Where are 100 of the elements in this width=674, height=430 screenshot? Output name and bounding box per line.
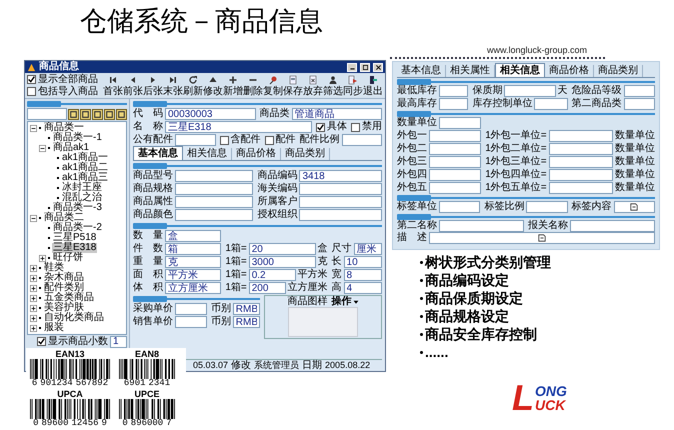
- input-field[interactable]: [429, 156, 482, 168]
- input-field[interactable]: 箱: [165, 243, 222, 255]
- minimize-button[interactable]: [347, 62, 357, 72]
- input-field[interactable]: [439, 201, 480, 213]
- input-field[interactable]: [175, 303, 207, 315]
- input-field[interactable]: [429, 169, 482, 181]
- input-field[interactable]: 4: [344, 282, 382, 294]
- input-field[interactable]: [429, 130, 482, 142]
- input-field[interactable]: 0.2: [248, 269, 296, 281]
- input-field[interactable]: 3418: [299, 170, 382, 182]
- input-field[interactable]: [429, 143, 482, 155]
- input-field[interactable]: [299, 183, 382, 195]
- input-field[interactable]: [175, 183, 254, 195]
- tree-item[interactable]: 冰封王座: [61, 183, 103, 193]
- tree-item[interactable]: 配件类别: [43, 283, 85, 293]
- toolbar-button[interactable]: 首张: [103, 74, 123, 98]
- input-field[interactable]: [439, 98, 468, 110]
- input-field[interactable]: [624, 85, 655, 97]
- input-field[interactable]: [439, 85, 468, 97]
- input-field[interactable]: [175, 170, 254, 182]
- toolbar-button[interactable]: 后张: [143, 74, 163, 98]
- input-field[interactable]: [175, 134, 216, 146]
- input-field[interactable]: [439, 117, 482, 129]
- input-field[interactable]: [570, 220, 655, 232]
- toolbar-button[interactable]: 新增: [223, 74, 243, 98]
- toolbar-button[interactable]: 修改: [203, 74, 223, 98]
- tree-item[interactable]: 商品类二: [43, 213, 85, 223]
- toolbar-button[interactable]: 退出: [363, 74, 383, 98]
- input-field[interactable]: [548, 130, 613, 142]
- tree-tool-button[interactable]: [80, 108, 91, 120]
- tree-item[interactable]: 自动化类商品: [43, 313, 105, 323]
- tab[interactable]: 商品价格: [232, 148, 281, 160]
- tree-item[interactable]: 混乱之治: [61, 193, 103, 203]
- tab[interactable]: 商品类别: [594, 65, 643, 77]
- search-field[interactable]: [27, 108, 67, 120]
- toolbar-button[interactable]: 筛选: [323, 74, 343, 98]
- checkbox[interactable]: 显示商品小数: [37, 336, 108, 348]
- tree-item[interactable]: 杂木商品: [43, 273, 85, 283]
- input-field[interactable]: [429, 182, 482, 194]
- input-field[interactable]: [614, 201, 655, 213]
- toolbar-button[interactable]: 保存: [283, 74, 303, 98]
- toolbar-button[interactable]: 末张: [163, 74, 183, 98]
- input-field[interactable]: [175, 316, 207, 328]
- toolbar-button[interactable]: 前张: [123, 74, 143, 98]
- tree-item[interactable]: 鞋类: [43, 263, 65, 273]
- input-field[interactable]: 10: [344, 256, 382, 268]
- tree-item[interactable]: ak1商品一: [61, 153, 110, 163]
- input-field[interactable]: [504, 85, 556, 97]
- tree-tool-button[interactable]: [116, 108, 127, 120]
- checkbox[interactable]: 禁用: [351, 121, 382, 133]
- tab[interactable]: 商品价格: [545, 65, 594, 77]
- input-field[interactable]: [439, 220, 524, 232]
- input-field[interactable]: 厘米: [354, 243, 382, 255]
- input-field[interactable]: 20: [248, 243, 316, 255]
- input-field[interactable]: 200: [248, 282, 286, 294]
- tree-item[interactable]: 商品类一-2: [52, 223, 103, 233]
- input-field[interactable]: [624, 98, 655, 110]
- input-field[interactable]: 克: [165, 256, 222, 268]
- input-field[interactable]: 00030003: [165, 108, 256, 120]
- checkbox[interactable]: 具体: [316, 121, 347, 133]
- input-field[interactable]: [548, 182, 613, 194]
- toolbar-button[interactable]: 删除: [243, 74, 263, 98]
- tree-item[interactable]: ak1商品三: [61, 173, 110, 183]
- tree-tool-button[interactable]: [104, 108, 115, 120]
- tree-tool-button[interactable]: [68, 108, 79, 120]
- tab[interactable]: 相关信息: [183, 148, 232, 160]
- operation-menu-button[interactable]: 操作: [332, 296, 358, 306]
- input-field[interactable]: 3000: [248, 256, 316, 268]
- input-field[interactable]: 盒: [165, 230, 222, 242]
- input-field[interactable]: 8: [344, 269, 382, 281]
- tree-item[interactable]: ak1商品二: [61, 163, 110, 173]
- input-field[interactable]: [429, 232, 655, 244]
- checkbox[interactable]: 配件: [264, 134, 296, 146]
- maximize-button[interactable]: [360, 62, 370, 72]
- close-button[interactable]: [373, 62, 383, 72]
- input-field[interactable]: [175, 209, 254, 221]
- tree-item[interactable]: 三星P518: [52, 233, 98, 243]
- toolbar-button[interactable]: 同步: [343, 74, 363, 98]
- tree-item[interactable]: 旺仔饼: [52, 253, 84, 263]
- input-field[interactable]: [175, 196, 254, 208]
- input-field[interactable]: [342, 134, 382, 146]
- checkbox[interactable]: 包括导入商品: [27, 86, 101, 98]
- tab[interactable]: 相关信息: [495, 63, 545, 77]
- tree-item[interactable]: 商品类一-3: [52, 203, 103, 213]
- input-field[interactable]: [548, 156, 613, 168]
- input-field[interactable]: [548, 143, 613, 155]
- tree-item[interactable]: 商品ak1: [52, 143, 90, 153]
- input-field[interactable]: [534, 98, 568, 110]
- toolbar-button[interactable]: 复制: [263, 74, 283, 98]
- input-field[interactable]: [299, 209, 382, 221]
- tree-item[interactable]: 五金类商品: [43, 293, 95, 303]
- tab[interactable]: 基本信息: [397, 65, 446, 77]
- input-field[interactable]: [299, 196, 382, 208]
- tree-item[interactable]: 三星E318: [52, 243, 98, 253]
- tree-item[interactable]: 服装: [43, 323, 65, 333]
- tree-item[interactable]: 商品类一-1: [52, 133, 103, 143]
- toolbar-button[interactable]: 放弃: [303, 74, 323, 98]
- toolbar-button[interactable]: 刷新: [183, 74, 203, 98]
- tree-tool-button[interactable]: [92, 108, 103, 120]
- checkbox[interactable]: 含配件: [220, 134, 260, 146]
